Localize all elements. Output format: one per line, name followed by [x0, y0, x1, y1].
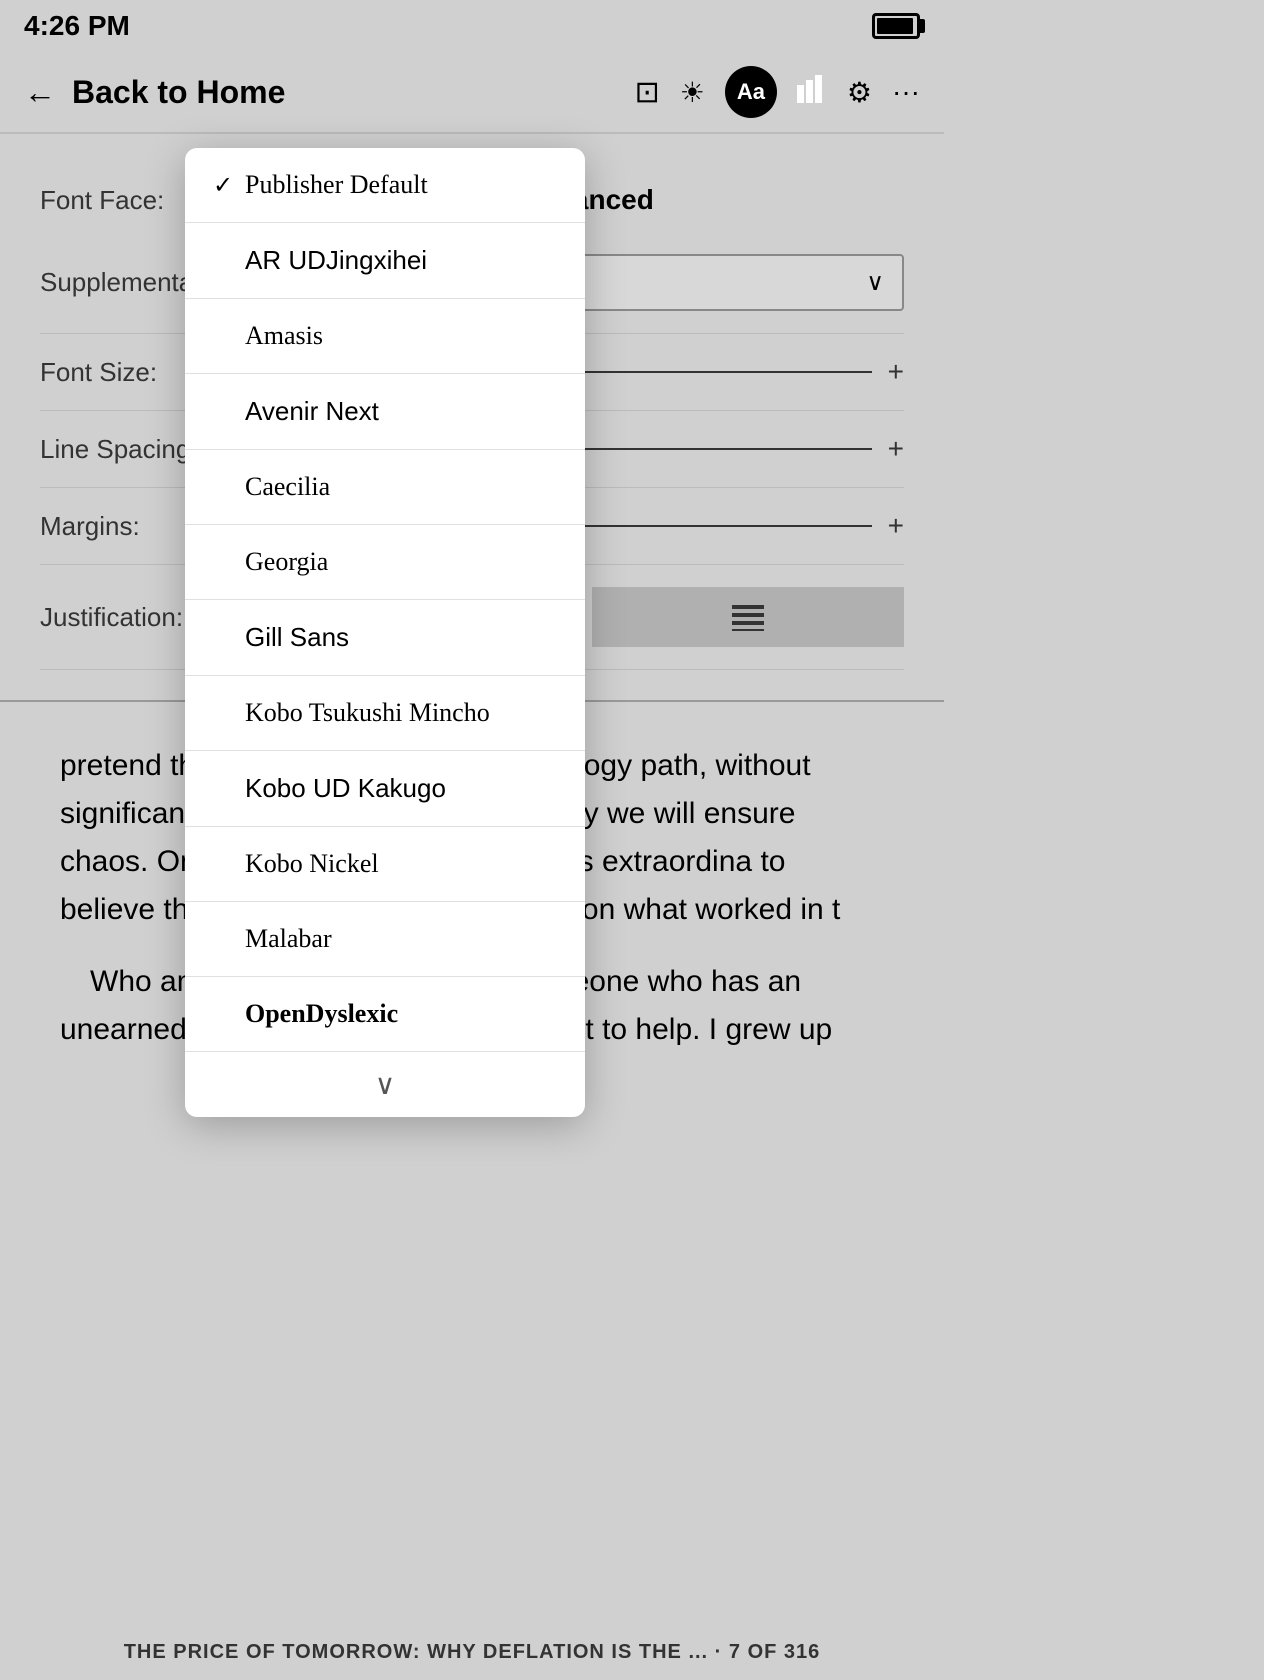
font-option-georgia[interactable]: ✓ Georgia	[185, 525, 585, 600]
stats-icon[interactable]	[797, 75, 827, 110]
font-option-kobo-nickel[interactable]: ✓ Kobo Nickel	[185, 827, 585, 902]
font-option-gill-sans[interactable]: ✓ Gill Sans	[185, 600, 585, 676]
font-option-kobo-tsukushi-mincho[interactable]: ✓ Kobo Tsukushi Mincho	[185, 676, 585, 751]
orientation-icon[interactable]: ⊡	[635, 75, 660, 110]
font-label-amasis: Amasis	[245, 321, 557, 351]
settings-icon[interactable]: ⚙	[847, 76, 872, 109]
font-label-malabar: Malabar	[245, 924, 557, 954]
font-option-caecilia[interactable]: ✓ Caecilia	[185, 450, 585, 525]
back-arrow-icon[interactable]: ←	[24, 74, 56, 111]
more-icon[interactable]: ···	[892, 76, 920, 108]
font-face-dropdown: ✓ Publisher Default ✓ AR UDJingxihei ✓ A…	[185, 148, 585, 1117]
font-label-kobo-nickel: Kobo Nickel	[245, 849, 557, 879]
dropdown-show-more[interactable]: ∨	[185, 1052, 585, 1117]
margins-plus[interactable]: +	[888, 510, 904, 542]
font-option-opendyslexic[interactable]: ✓ OpenDyslexic	[185, 977, 585, 1052]
font-option-amasis[interactable]: ✓ Amasis	[185, 299, 585, 374]
justify-full-button[interactable]	[592, 587, 904, 647]
battery-icon	[872, 13, 920, 39]
font-label-gill-sans: Gill Sans	[245, 622, 557, 653]
font-label-ar-udjingxihei: AR UDJingxihei	[245, 245, 557, 276]
nav-title[interactable]: Back to Home	[72, 74, 285, 111]
status-bar: 4:26 PM	[0, 0, 944, 52]
line-spacing-plus[interactable]: +	[888, 433, 904, 465]
chevron-down-icon: ∨	[375, 1068, 396, 1101]
status-right	[872, 13, 920, 39]
font-label-avenir-next: Avenir Next	[245, 396, 557, 427]
checkmark-icon: ✓	[213, 171, 245, 200]
font-label-kobo-ud-kakugo: Kobo UD Kakugo	[245, 773, 557, 804]
font-label-opendyslexic: OpenDyslexic	[245, 999, 557, 1029]
nav-left: ← Back to Home	[24, 74, 285, 111]
font-option-kobo-ud-kakugo[interactable]: ✓ Kobo UD Kakugo	[185, 751, 585, 827]
font-label-georgia: Georgia	[245, 547, 557, 577]
font-label-publisher-default: Publisher Default	[245, 170, 557, 200]
supplemental-chevron-icon: ∨	[866, 268, 884, 297]
font-size-plus[interactable]: +	[888, 356, 904, 388]
font-button[interactable]: Aa	[725, 66, 777, 118]
book-footer-text: THE PRICE OF TOMORROW: WHY DEFLATION IS …	[124, 1641, 821, 1663]
brightness-icon[interactable]: ☀	[680, 76, 705, 109]
font-option-avenir-next[interactable]: ✓ Avenir Next	[185, 374, 585, 450]
font-option-publisher-default[interactable]: ✓ Publisher Default	[185, 148, 585, 223]
nav-bar: ← Back to Home ⊡ ☀ Aa ⚙ ···	[0, 52, 944, 132]
status-time: 4:26 PM	[24, 10, 130, 42]
font-label-caecilia: Caecilia	[245, 472, 557, 502]
font-option-ar-udjingxihei[interactable]: ✓ AR UDJingxihei	[185, 223, 585, 299]
font-label-kobo-tsukushi-mincho: Kobo Tsukushi Mincho	[245, 698, 557, 728]
nav-right: ⊡ ☀ Aa ⚙ ···	[635, 66, 920, 118]
font-option-malabar[interactable]: ✓ Malabar	[185, 902, 585, 977]
book-footer: THE PRICE OF TOMORROW: WHY DEFLATION IS …	[0, 1625, 944, 1680]
